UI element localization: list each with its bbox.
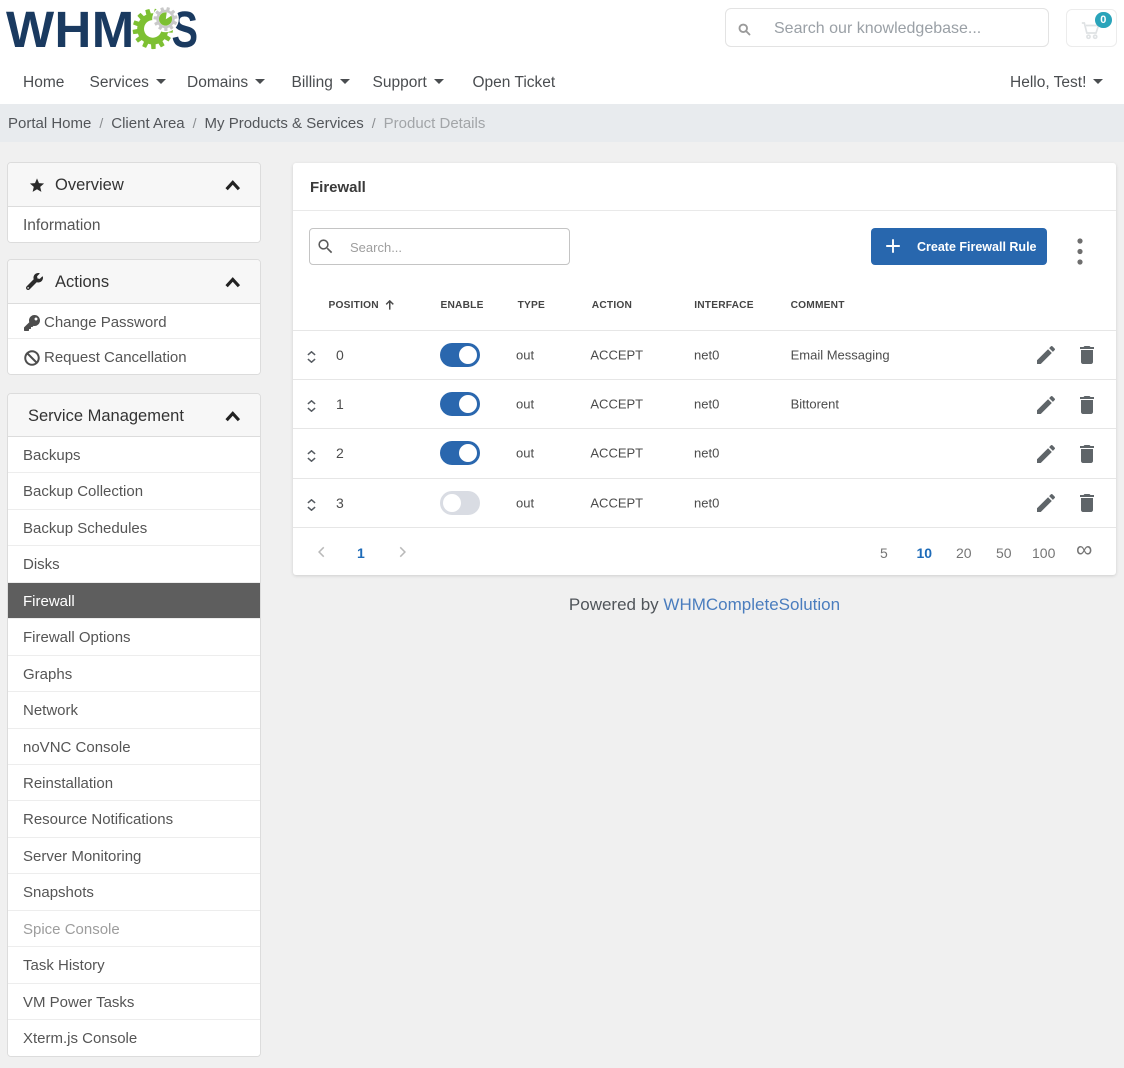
svg-text:S: S (172, 1, 199, 56)
svg-text:WHM: WHM (6, 1, 135, 56)
